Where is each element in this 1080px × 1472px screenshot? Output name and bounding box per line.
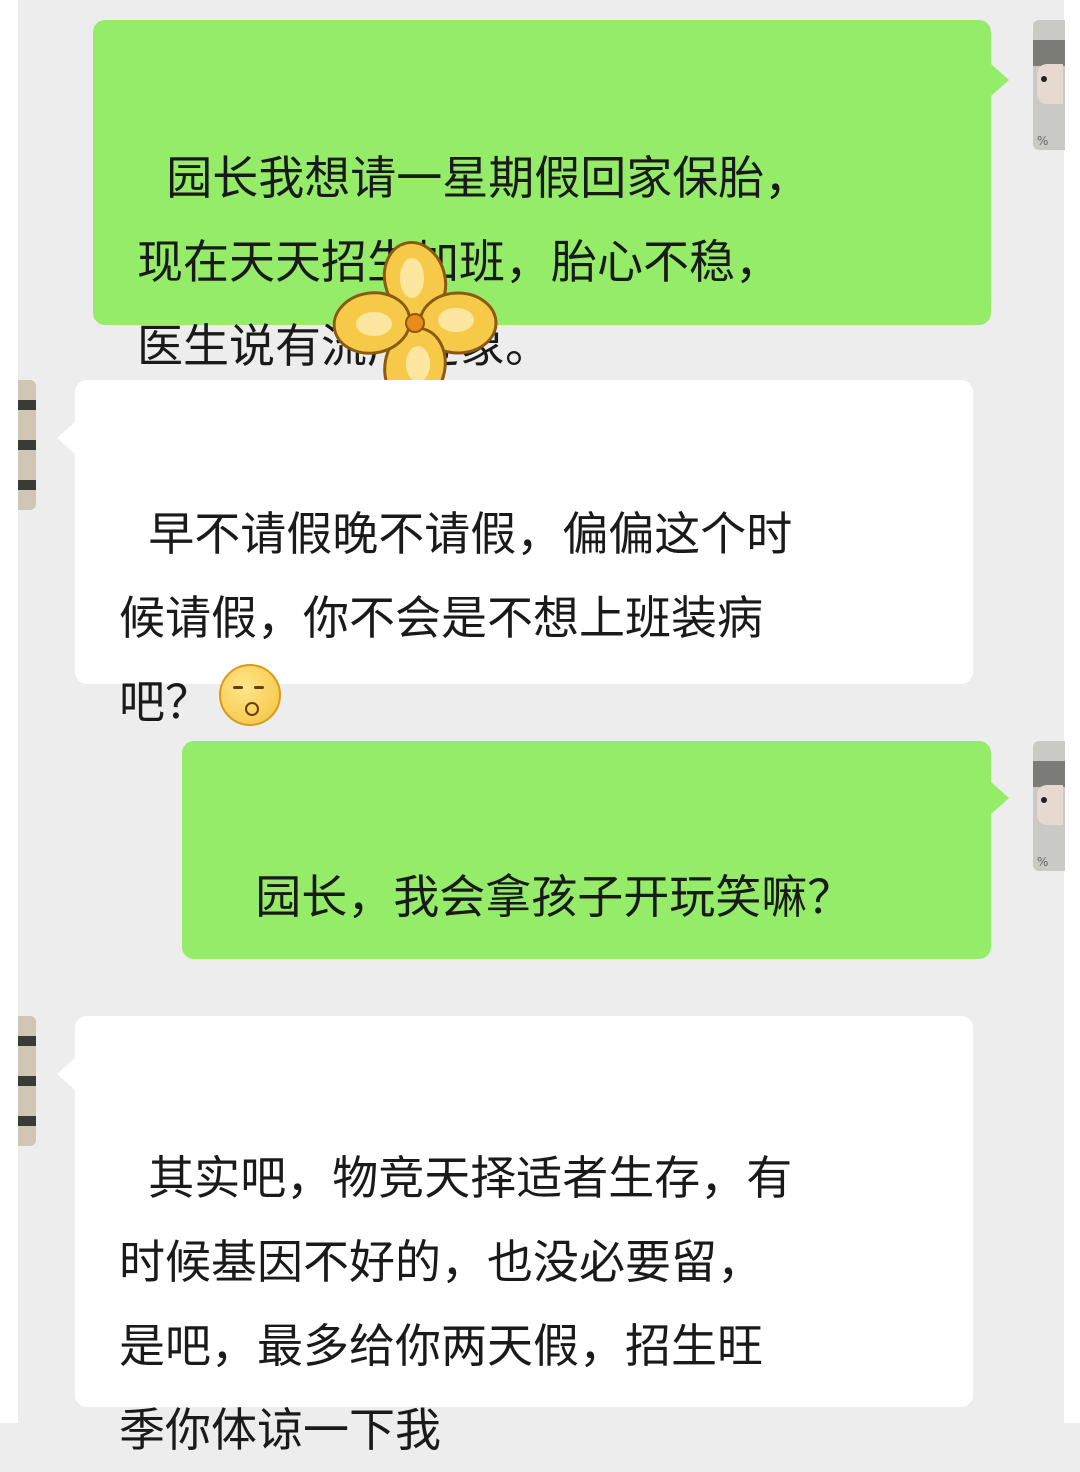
message-bubble-sent[interactable]: 园长我想请一星期假回家保胎， 现在天天招生加班，胎心不稳， 医生说有流产迹象。	[93, 20, 991, 373]
message-text: 园长，我会拿孩子开玩笑嘛？	[255, 870, 854, 924]
principal-avatar[interactable]	[18, 1016, 36, 1146]
message-bubble-received[interactable]: 其实吧，物竞天择适者生存，有 时候基因不好的，也没必要留， 是吧，最多给你两天假…	[75, 1016, 973, 1457]
message-text: 其实吧，物竞天择适者生存，有 时候基因不好的，也没必要留， 是吧，最多给你两天假…	[119, 1151, 793, 1457]
left-edge	[0, 0, 18, 1423]
message-bubble-sent[interactable]: 园长，我会拿孩子开玩笑嘛？	[182, 741, 991, 959]
my-avatar[interactable]: %	[1033, 741, 1065, 871]
shushing-face-emoji	[219, 664, 281, 726]
right-edge	[1064, 0, 1080, 1423]
principal-avatar[interactable]	[18, 380, 36, 510]
my-avatar[interactable]: %	[1033, 20, 1065, 150]
bubble-tail	[991, 64, 1009, 96]
bubble-tail	[991, 782, 1009, 814]
message-bubble-received[interactable]: 早不请假晚不请假，偏偏这个时 候请假，你不会是不想上班装病 吧？	[75, 380, 973, 729]
bubble-tail	[57, 1058, 75, 1090]
bubble-tail	[57, 422, 75, 454]
